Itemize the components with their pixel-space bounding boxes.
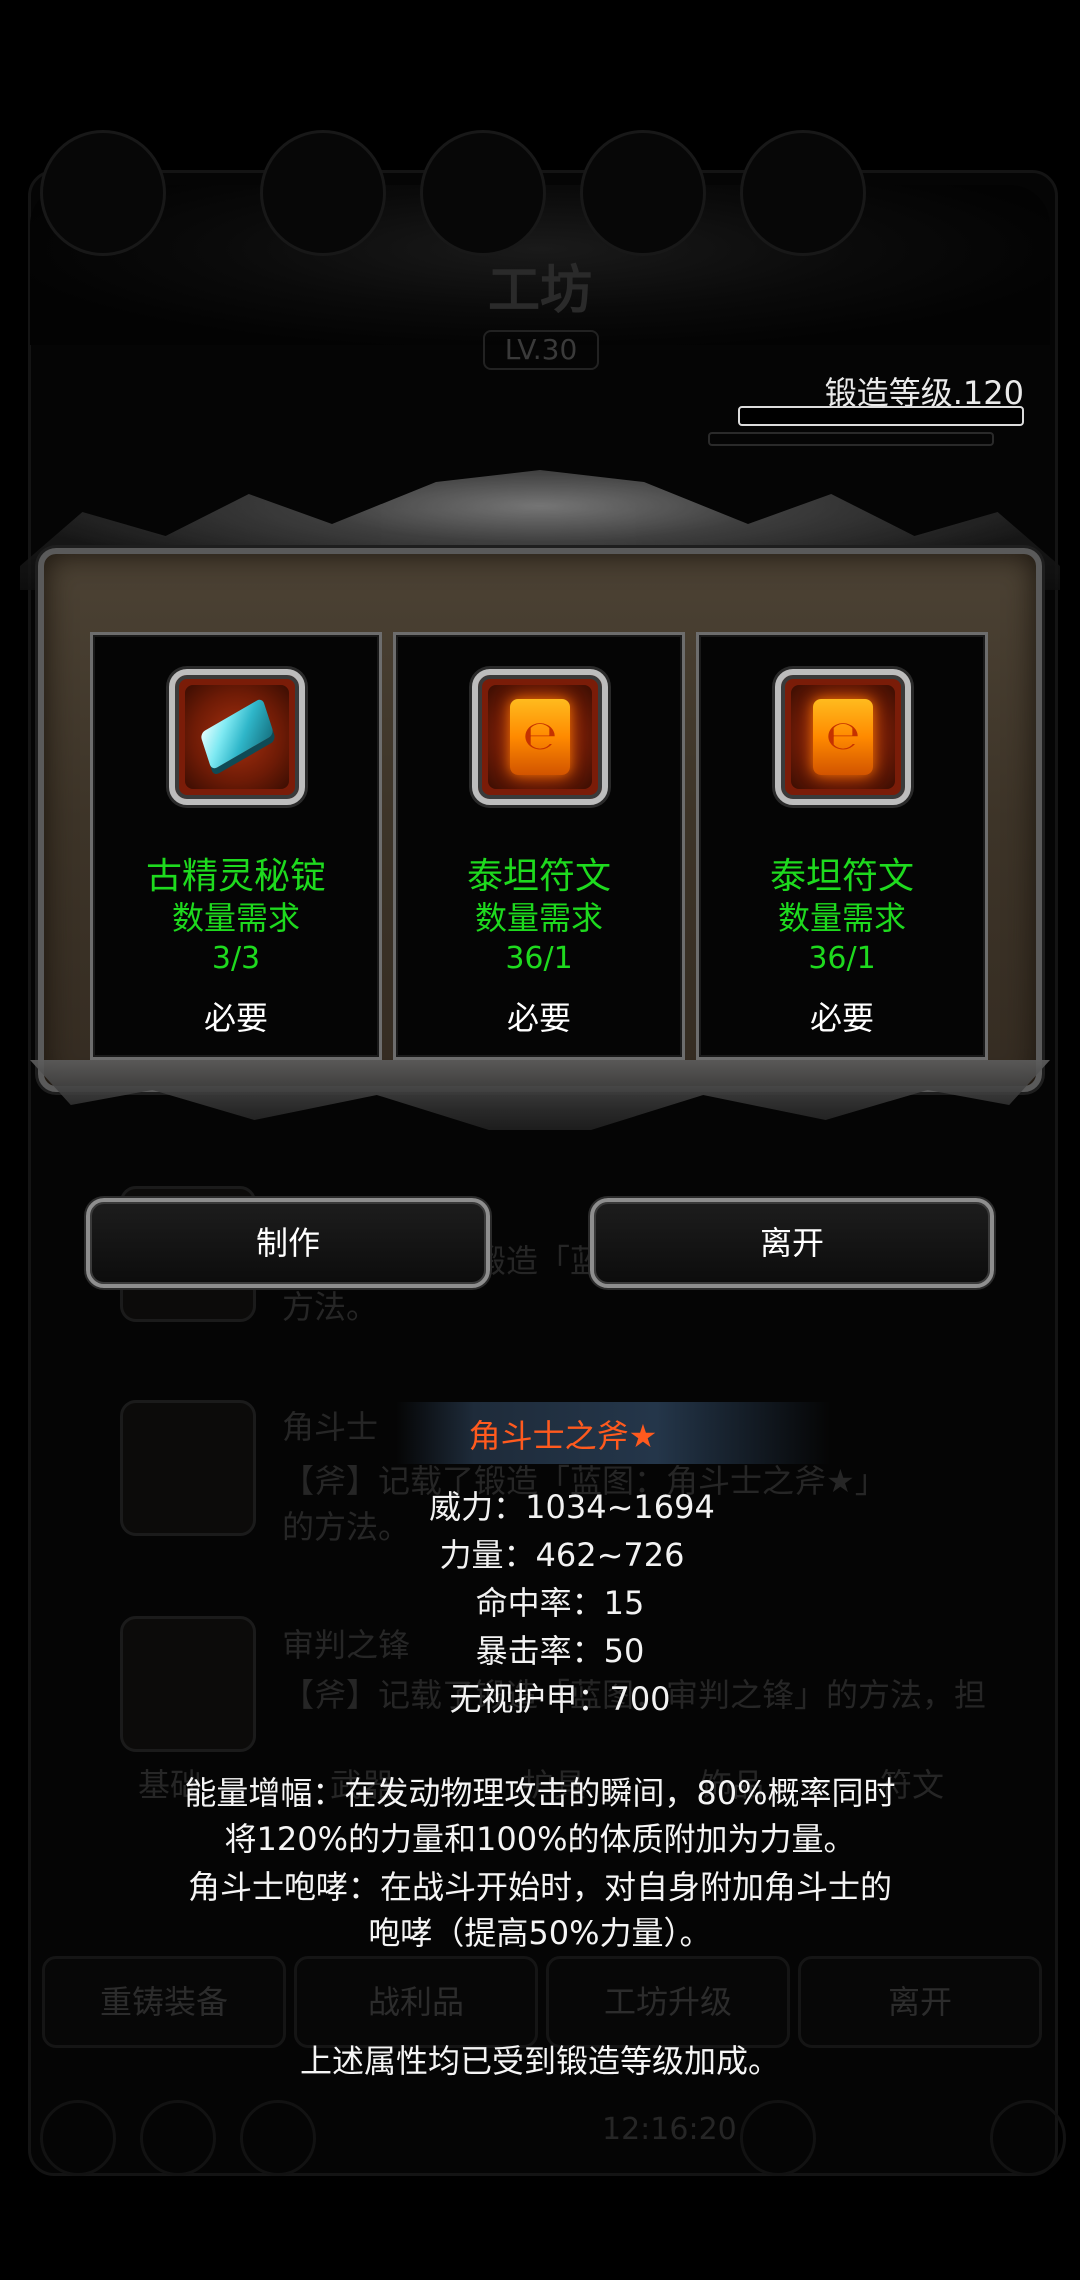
background-loot-button: 战利品 <box>294 1956 538 2048</box>
background-recipe-desc: 方法。 <box>282 1288 379 1326</box>
rune-icon: ℮ <box>510 699 570 775</box>
material-required-tag: 必要 <box>506 999 571 1037</box>
material-slot[interactable]: ℮ 泰坦符文 数量需求 36/1 必要 <box>393 632 685 1060</box>
item-stat: 威力：1034~1694 <box>429 1488 715 1526</box>
background-nav-icon <box>40 2100 116 2176</box>
item-stat: 无视护甲：700 <box>449 1680 671 1718</box>
material-requirement-label: 数量需求 <box>777 899 906 937</box>
background-menu-icon <box>740 130 866 256</box>
background-nav-icon <box>140 2100 216 2176</box>
background-menu-icon <box>40 130 166 256</box>
forge-level-progress-bar <box>738 406 1024 426</box>
item-stat: 力量：462~726 <box>439 1536 685 1574</box>
material-requirement-label: 数量需求 <box>474 899 603 937</box>
material-slot[interactable]: 古精灵秘锭 数量需求 3/3 必要 <box>90 632 382 1060</box>
background-leave-button: 离开 <box>798 1956 1042 2048</box>
item-skill-line: 将120%的力量和100%的体质附加为力量。 <box>224 1820 856 1858</box>
item-name: 角斗士之斧★ <box>468 1417 658 1455</box>
background-clock: 12:16:20 <box>602 2112 737 2147</box>
craft-button[interactable]: 制作 <box>86 1198 490 1288</box>
background-nav-icon <box>990 2100 1066 2176</box>
material-required-tag: 必要 <box>203 999 268 1037</box>
leave-button[interactable]: 离开 <box>590 1198 994 1288</box>
material-icon-frame: ℮ <box>472 669 608 805</box>
item-skill-line: 角斗士咆哮：在战斗开始时，对自身附加角斗士的 <box>187 1868 892 1906</box>
material-count: 3/3 <box>211 941 261 976</box>
item-stat: 暴击率：50 <box>475 1632 645 1670</box>
item-skill-line: 能量增幅：在发动物理攻击的瞬间，80%概率同时 <box>184 1774 896 1812</box>
rune-icon: ℮ <box>813 699 873 775</box>
forge-level-bar-shadow <box>708 432 994 446</box>
background-title: 工坊 <box>487 260 592 321</box>
material-slot[interactable]: ℮ 泰坦符文 数量需求 36/1 必要 <box>696 632 988 1060</box>
background-nav-icon <box>240 2100 316 2176</box>
item-skill-line: 咆哮（提高50%力量）。 <box>368 1914 712 1952</box>
background-upgrade-button: 工坊升级 <box>546 1956 790 2048</box>
material-count: 36/1 <box>808 941 876 976</box>
background-reforge-button: 重铸装备 <box>42 1956 286 2048</box>
background-nav-icon <box>740 2100 816 2176</box>
background-recipe-title: 角斗士 <box>282 1408 379 1446</box>
material-icon-frame: ℮ <box>775 669 911 805</box>
material-required-tag: 必要 <box>809 999 874 1037</box>
material-requirement-label: 数量需求 <box>171 899 300 937</box>
material-name: 古精灵秘锭 <box>145 856 326 897</box>
material-count: 36/1 <box>505 941 573 976</box>
material-icon-frame <box>169 669 305 805</box>
background-menu-icon <box>260 130 386 256</box>
material-name: 泰坦符文 <box>466 856 611 897</box>
item-bonus-note: 上述属性均已受到锻造等级加成。 <box>299 2042 780 2080</box>
background-menu-icon <box>420 130 546 256</box>
ingot-icon <box>199 697 275 771</box>
material-name: 泰坦符文 <box>769 856 914 897</box>
item-stat: 命中率：15 <box>475 1584 645 1622</box>
background-menu-icon <box>580 130 706 256</box>
background-level: LV.30 <box>483 330 599 370</box>
